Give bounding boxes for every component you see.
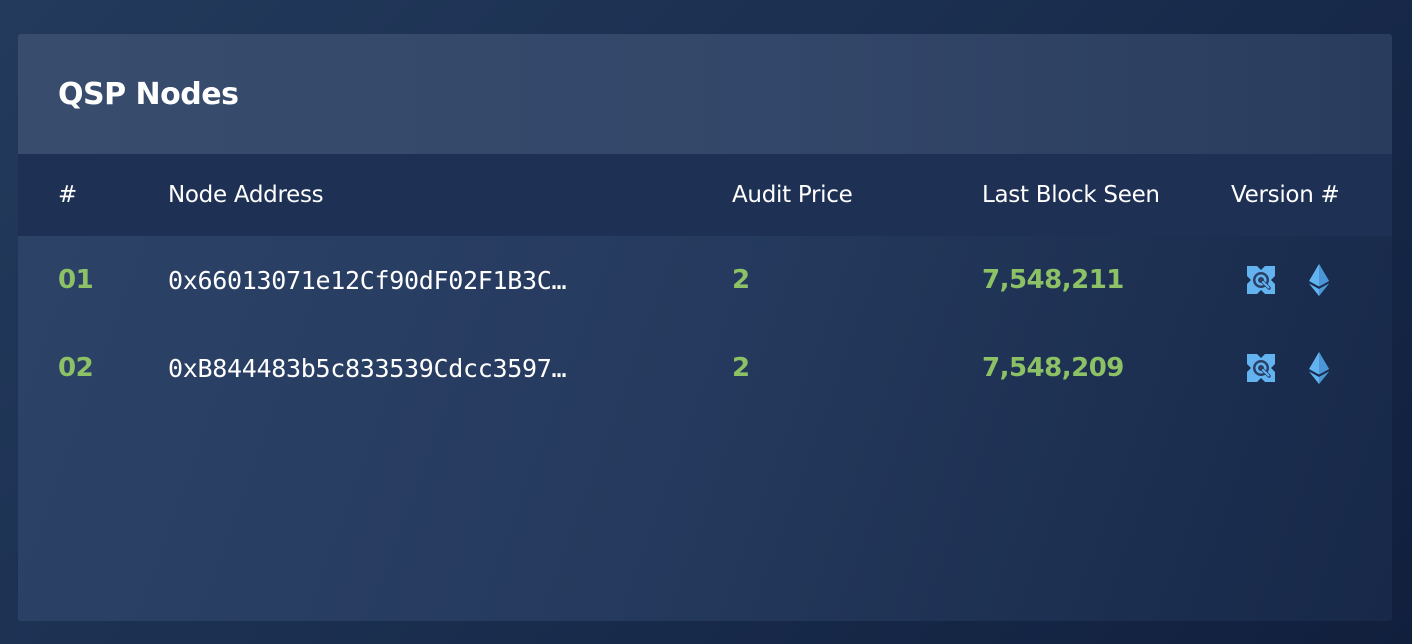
row-number: 01 xyxy=(58,265,94,295)
quantstamp-icon[interactable] xyxy=(1244,263,1278,297)
audit-price: 2 xyxy=(732,265,750,295)
panel-title: QSP Nodes xyxy=(58,76,239,112)
column-header-version: Version # xyxy=(1231,182,1340,208)
last-block-seen: 7,548,211 xyxy=(982,265,1124,295)
node-address[interactable]: 0x66013071e12Cf90dF02F1B3C… xyxy=(168,266,690,295)
version-icons xyxy=(1244,351,1330,385)
quantstamp-icon[interactable] xyxy=(1244,351,1278,385)
node-address[interactable]: 0xB844483b5c833539Cdcc3597… xyxy=(168,354,690,383)
column-header-number: # xyxy=(58,182,77,208)
ethereum-icon[interactable] xyxy=(1308,351,1330,385)
column-header-last-block-seen: Last Block Seen xyxy=(982,182,1160,208)
version-icons xyxy=(1244,263,1330,297)
row-number: 02 xyxy=(58,353,94,383)
ethereum-icon[interactable] xyxy=(1308,263,1330,297)
qsp-nodes-panel: QSP Nodes # Node Address Audit Price Las… xyxy=(18,34,1392,621)
column-header-node-address: Node Address xyxy=(168,182,324,208)
table-row[interactable]: 01 0x66013071e12Cf90dF02F1B3C… 2 7,548,2… xyxy=(18,236,1392,324)
last-block-seen: 7,548,209 xyxy=(982,353,1124,383)
audit-price: 2 xyxy=(732,353,750,383)
column-header-audit-price: Audit Price xyxy=(732,182,853,208)
table-row[interactable]: 02 0xB844483b5c833539Cdcc3597… 2 7,548,2… xyxy=(18,324,1392,412)
table-header-row: # Node Address Audit Price Last Block Se… xyxy=(18,154,1392,236)
panel-header: QSP Nodes xyxy=(18,34,1392,154)
